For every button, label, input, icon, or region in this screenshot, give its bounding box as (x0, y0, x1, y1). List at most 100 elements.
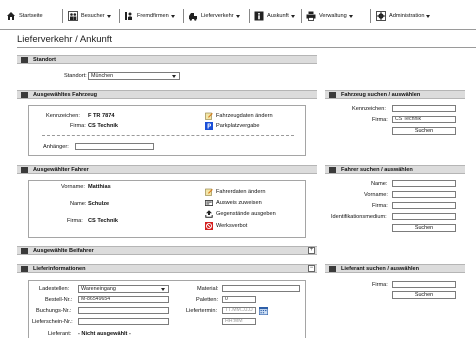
edit-note-icon (205, 188, 213, 196)
search-firma-label: Firma: (372, 117, 388, 123)
nav-verwaltung[interactable]: Verwaltung (306, 11, 353, 21)
action-label: Werksverbot (216, 223, 248, 229)
section-title: Ausgewähltes Fahrzeug (33, 92, 98, 98)
section-title: Lieferinformationen (33, 266, 86, 272)
chevron-down-icon (426, 14, 431, 18)
section-header-standort: Standort (17, 55, 317, 64)
fahrer-firma-label: Firma: (67, 218, 83, 224)
search-driver-firma-label: Firma: (372, 203, 388, 209)
vorname-value: Matthias (88, 184, 111, 190)
action-label: Gegenstände ausgeben (216, 211, 276, 217)
buchungs-label: Buchungs-Nr.: (36, 308, 72, 314)
name-label: Name: (70, 201, 87, 207)
nav-besucher[interactable]: Besucher (68, 11, 111, 21)
section-marker-icon (329, 266, 336, 272)
edit-vehicle-link[interactable]: Fahrzeugdaten ändern (205, 112, 273, 120)
chevron-down-icon (290, 14, 295, 18)
nav-divider (301, 9, 302, 23)
lieferschein-input[interactable] (78, 318, 169, 325)
ban-icon (205, 222, 213, 230)
liefertermin-label: Liefertermin: (186, 308, 218, 314)
section-header-beifahrer[interactable]: Ausgewählte Beifahrer + (17, 246, 317, 255)
page-title: Lieferverkehr / Ankunft (17, 34, 113, 45)
section-header-fahrzeug-suchen: Fahrzeug suchen / auswählen (325, 90, 465, 99)
contractor-icon (124, 11, 134, 21)
nav-label: Fremdfirmen (137, 13, 169, 19)
nav-label: Startseite (19, 13, 43, 19)
info-icon (254, 11, 264, 21)
material-input[interactable] (222, 285, 300, 292)
nav-label: Besucher (81, 13, 105, 19)
search-kennzeichen-input[interactable] (392, 105, 456, 112)
upload-tray-icon (205, 210, 213, 218)
search-id-medium-input[interactable] (392, 213, 456, 220)
firma-label: Firma: (70, 123, 86, 129)
vorname-label: Vorname: (61, 184, 85, 190)
section-title: Ausgewählte Beifahrer (33, 248, 94, 254)
nav-startseite[interactable]: Startseite (6, 11, 43, 21)
vehicle-search-button[interactable]: Suchen (392, 127, 456, 135)
nav-administration[interactable]: Administration (376, 11, 431, 21)
site-ban-link[interactable]: Werksverbot (205, 222, 247, 230)
fahrer-firma-value: CS Technik (88, 218, 119, 224)
buchungs-input[interactable] (78, 307, 169, 314)
edit-note-icon (205, 112, 213, 120)
search-driver-firma-input[interactable] (392, 202, 456, 209)
nav-label: Verwaltung (319, 13, 347, 19)
anhaenger-label: Anhänger: (43, 144, 69, 150)
liefertermin-date-input[interactable]: TT.MM.JJJJ (222, 307, 256, 314)
ladestellen-select[interactable]: Wareneingang (78, 285, 169, 293)
nav-divider (183, 9, 184, 23)
issue-items-link[interactable]: Gegenstände ausgeben (205, 210, 276, 218)
nav-divider (370, 9, 371, 23)
collapse-toggle-icon[interactable]: − (308, 265, 315, 272)
name-value: Schulze (88, 201, 110, 207)
standort-label: Standort: (64, 73, 87, 79)
section-header-fahrzeug: Ausgewähltes Fahrzeug (17, 90, 317, 99)
nav-lieferverkehr[interactable]: Lieferverkehr (188, 11, 240, 21)
bestell-input[interactable]: M-86549654 (78, 296, 169, 303)
search-id-medium-label: Identifikationsmedium: (331, 214, 387, 220)
search-lieferant-firma-input[interactable] (392, 281, 456, 288)
visitors-icon (68, 11, 78, 21)
section-title: Fahrzeug suchen / auswählen (341, 92, 421, 98)
nav-label: Lieferverkehr (201, 13, 234, 19)
expand-toggle-icon[interactable]: + (308, 247, 315, 254)
liefertermin-time-input[interactable]: HH:MM (222, 318, 256, 325)
action-label: Ausweis zuweisen (216, 200, 262, 206)
ladestellen-label: Ladestellen: (39, 286, 70, 292)
paletten-input[interactable]: 0 (222, 296, 256, 303)
anhaenger-input[interactable] (75, 143, 154, 150)
lieferant-label: Lieferant: (48, 331, 72, 337)
nav-auskunft[interactable]: Auskunft (254, 11, 295, 21)
driver-search-button[interactable]: Suchen (392, 224, 456, 232)
truck-icon (188, 11, 198, 21)
nav-fremdfirmen[interactable]: Fremdfirmen (124, 11, 175, 21)
main-navigation: Startseite Besucher Fremdfirmen Lieferve… (0, 0, 476, 30)
section-title: Standort (33, 57, 56, 63)
section-header-fahrer: Ausgewählter Fahrer (17, 165, 317, 174)
supplier-search-button[interactable]: Suchen (392, 291, 456, 299)
action-label: Fahrerdaten ändern (216, 189, 266, 195)
nav-label: Administration (389, 13, 425, 19)
nav-label: Auskunft (267, 13, 289, 19)
assign-badge-link[interactable]: Ausweis zuweisen (205, 199, 262, 207)
search-name-input[interactable] (392, 180, 456, 187)
search-firma-input[interactable]: CS Technik (392, 116, 456, 123)
nav-divider (249, 9, 250, 23)
section-title: Ausgewählter Fahrer (33, 167, 89, 173)
paletten-label: Paletten: (196, 297, 219, 303)
section-header-liefer[interactable]: Lieferinformationen − (17, 264, 317, 273)
section-divider (42, 135, 294, 136)
calendar-icon[interactable] (259, 307, 268, 315)
search-vorname-input[interactable] (392, 191, 456, 198)
title-divider (17, 47, 476, 48)
printer-icon (306, 11, 316, 21)
kennzeichen-value: F TR 7874 (88, 113, 115, 119)
edit-driver-link[interactable]: Fahrerdaten ändern (205, 188, 265, 196)
chevron-down-icon (172, 75, 176, 78)
chevron-down-icon (106, 14, 111, 18)
gear-icon (376, 11, 386, 21)
parking-assign-link[interactable]: Parkplatzvergabe (205, 122, 260, 130)
standort-select[interactable]: München (88, 72, 180, 80)
